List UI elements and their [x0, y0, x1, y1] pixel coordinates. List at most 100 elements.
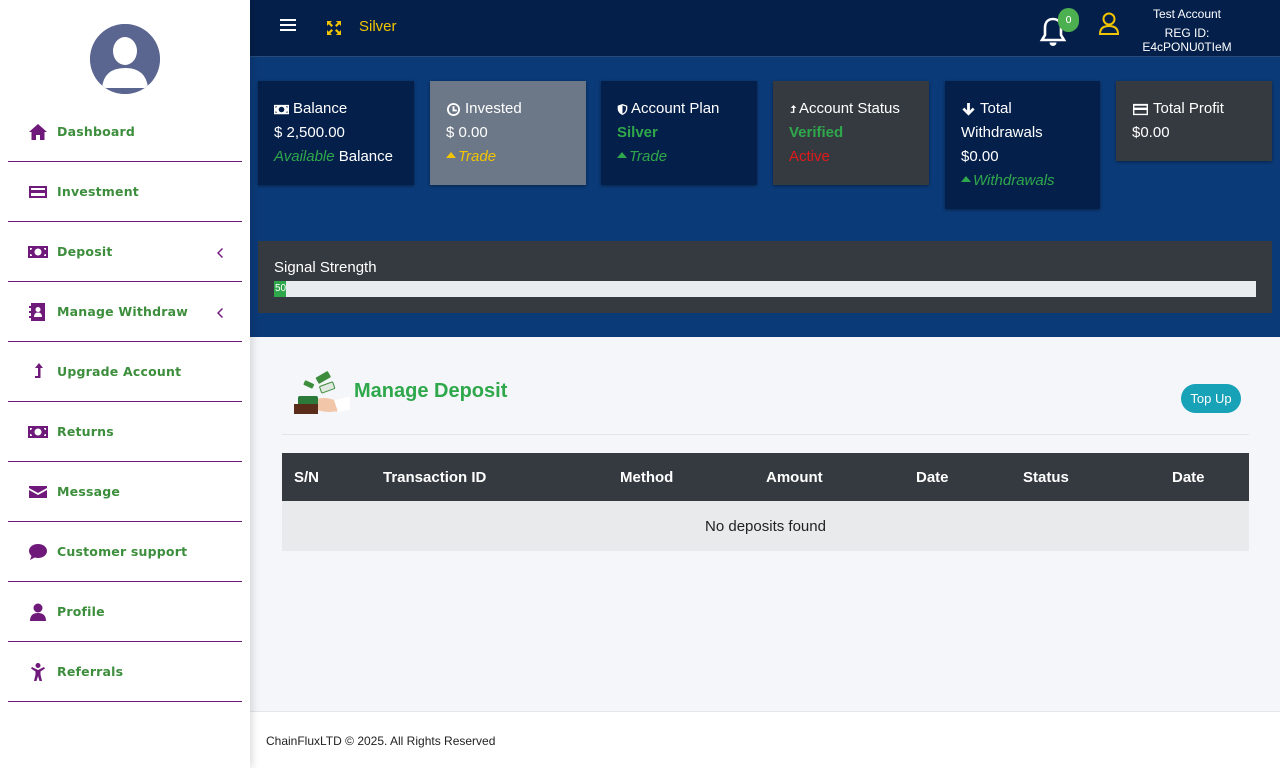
- sidebar-item-returns[interactable]: Returns: [8, 402, 242, 462]
- deposit-hand-cash-icon: [290, 370, 352, 416]
- envelope-icon: [27, 482, 49, 502]
- credit-card-icon: [1133, 103, 1148, 115]
- signal-strength-panel: Signal Strength 50: [258, 241, 1272, 313]
- balance-sub-italic: Available: [274, 148, 335, 165]
- sidebar-item-label: Deposit: [57, 244, 113, 259]
- withdrawals-sub: Withdrawals: [973, 172, 1055, 189]
- plan-value: Silver: [617, 124, 658, 141]
- sidebar-item-manage-withdraw[interactable]: Manage Withdraw: [8, 282, 242, 342]
- withdrawals-value: $0.00: [961, 148, 999, 165]
- sidebar-item-dashboard[interactable]: Dashboard: [8, 102, 242, 162]
- fullscreen-icon[interactable]: [326, 20, 342, 36]
- chevron-left-icon: [216, 244, 226, 258]
- balance-value: $ 2,500.00: [274, 124, 345, 141]
- address-book-icon: [27, 302, 49, 322]
- sidebar-item-label: Dashboard: [57, 124, 136, 139]
- deposits-table: S/N Transaction ID Method Amount Date St…: [282, 453, 1249, 551]
- plan-sub: Trade: [629, 148, 668, 165]
- upgrade-arrow-icon: [790, 104, 797, 113]
- invested-sub: Trade: [458, 148, 497, 165]
- sidebar-item-label: Profile: [57, 604, 105, 619]
- user-avatar-icon: [90, 24, 160, 94]
- sidebar-nav: Dashboard Investment Deposit Manage With…: [8, 102, 242, 702]
- signal-progress-track: 50: [274, 281, 1256, 297]
- account-plan-card: Account Plan Silver Trade: [601, 81, 757, 185]
- card-title: Account Plan: [631, 100, 720, 117]
- card-title-line2: Withdrawals: [961, 124, 1043, 141]
- table-header-row: S/N Transaction ID Method Amount Date St…: [282, 453, 1249, 501]
- table-row: No deposits found: [282, 501, 1249, 551]
- sidebar-item-label: Investment: [57, 184, 139, 199]
- home-icon: [27, 122, 49, 142]
- deposit-panel-header: Manage Deposit Top Up: [282, 368, 1249, 435]
- total-withdrawals-card: Total Withdrawals $0.00 Withdrawals: [945, 81, 1100, 209]
- sidebar-item-upgrade-account[interactable]: Upgrade Account: [8, 342, 242, 402]
- notification-badge: 0: [1058, 8, 1079, 32]
- sidebar-item-label: Customer support: [57, 544, 188, 559]
- invested-value: $ 0.00: [446, 124, 488, 141]
- shield-icon: [617, 103, 628, 115]
- invested-card: Invested $ 0.00 Trade: [430, 81, 586, 185]
- arrow-down-icon: [962, 102, 975, 116]
- topbar: Silver 0 Test Account REG ID: E4cPONU0TI…: [250, 0, 1280, 57]
- sidebar-item-label: Returns: [57, 424, 114, 439]
- status-active: Active: [789, 148, 830, 165]
- profit-value: $0.00: [1132, 124, 1170, 141]
- sidebar-item-profile[interactable]: Profile: [8, 582, 242, 642]
- money-icon: [27, 242, 49, 262]
- sidebar-item-label: Message: [57, 484, 121, 499]
- caret-up-icon: [617, 152, 627, 158]
- plan-label: Silver: [359, 18, 397, 35]
- column-header[interactable]: Amount: [754, 453, 904, 501]
- stats-band: Balance $ 2,500.00 Available Balance Inv…: [250, 57, 1280, 337]
- user-icon: [27, 602, 49, 622]
- card-title: Invested: [465, 100, 522, 117]
- caret-up-icon: [961, 176, 971, 182]
- sidebar-item-customer-support[interactable]: Customer support: [8, 522, 242, 582]
- sidebar-item-investment[interactable]: Investment: [8, 162, 242, 222]
- child-icon: [27, 662, 49, 682]
- column-header[interactable]: Status: [1011, 453, 1160, 501]
- card-title: Balance: [293, 100, 348, 117]
- money-icon: [274, 104, 289, 114]
- signal-progress-fill: 50: [274, 281, 286, 297]
- sidebar-item-deposit[interactable]: Deposit: [8, 222, 242, 282]
- chevron-left-icon: [216, 304, 226, 318]
- top-up-button[interactable]: Top Up: [1181, 384, 1241, 413]
- sidebar-item-label: Manage Withdraw: [57, 304, 189, 319]
- empty-message: No deposits found: [282, 501, 1249, 551]
- sidebar: Dashboard Investment Deposit Manage With…: [0, 0, 250, 768]
- card-title: Total Profit: [1153, 100, 1224, 117]
- user-outline-icon[interactable]: [1098, 12, 1120, 36]
- clock-icon: [446, 102, 461, 116]
- credit-card-icon: [27, 182, 49, 202]
- column-header[interactable]: Date: [1160, 453, 1249, 501]
- caret-up-icon: [446, 152, 456, 158]
- chat-bubble-icon: [27, 542, 49, 562]
- sidebar-item-label: Upgrade Account: [57, 364, 182, 379]
- sidebar-item-message[interactable]: Message: [8, 462, 242, 522]
- upgrade-arrow-icon: [27, 362, 49, 382]
- footer: ChainFluxLTD © 2025. All Rights Reserved: [250, 711, 1280, 768]
- balance-card: Balance $ 2,500.00 Available Balance: [258, 81, 414, 185]
- status-verified: Verified: [789, 124, 844, 141]
- column-header[interactable]: Transaction ID: [371, 453, 608, 501]
- panel-title: Manage Deposit: [354, 380, 508, 402]
- card-title: Account Status: [799, 100, 900, 117]
- balance-sub-rest: Balance: [334, 148, 393, 165]
- total-profit-card: Total Profit $0.00: [1116, 81, 1272, 161]
- sidebar-item-referrals[interactable]: Referrals: [8, 642, 242, 702]
- signal-label: Signal Strength: [274, 259, 377, 276]
- column-header[interactable]: Date: [904, 453, 1011, 501]
- avatar[interactable]: [90, 24, 160, 94]
- money-icon: [27, 422, 49, 442]
- account-status-card: Account Status Verified Active: [773, 81, 929, 185]
- user-reg-id: REG ID: E4cPONU0TIeM: [1142, 26, 1232, 54]
- column-header[interactable]: Method: [608, 453, 754, 501]
- menu-toggle-icon[interactable]: [280, 19, 296, 35]
- copyright-text: ChainFluxLTD © 2025. All Rights Reserved: [266, 734, 496, 748]
- sidebar-item-label: Referrals: [57, 664, 124, 679]
- column-header[interactable]: S/N: [282, 453, 371, 501]
- card-title: Total: [980, 100, 1012, 117]
- user-name: Test Account: [1152, 7, 1222, 21]
